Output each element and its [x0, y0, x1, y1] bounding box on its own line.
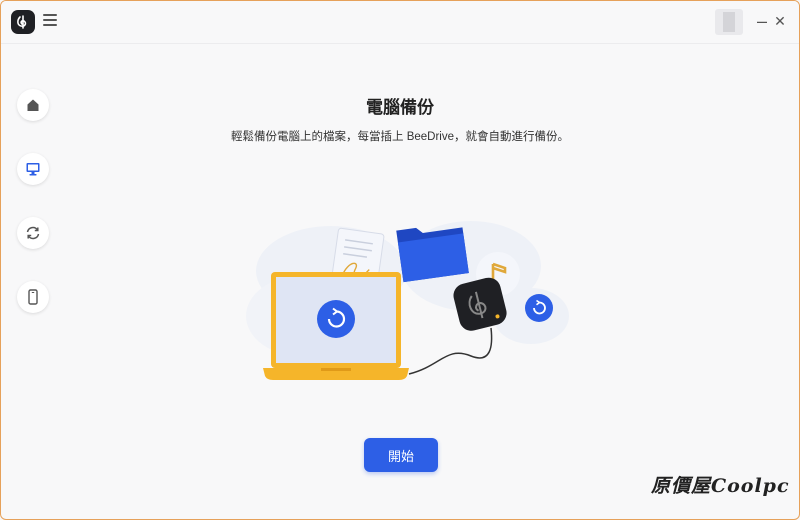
sidebar-item-computer-backup[interactable]	[17, 153, 49, 185]
user-avatar[interactable]	[715, 9, 743, 35]
sync-icon	[26, 226, 40, 240]
sidebar-item-phone-backup[interactable]	[17, 281, 49, 313]
phone-icon	[28, 289, 38, 305]
sync-badge-icon	[525, 294, 553, 322]
app-window: – ✕ 電腦備份 輕鬆備份電腦上的檔案，每當插上 BeeDrive，就會自動進行	[0, 0, 800, 520]
computer-icon	[26, 163, 40, 176]
page-title: 電腦備份	[366, 98, 434, 117]
laptop-icon	[263, 272, 409, 380]
beedrive-logo-icon	[11, 10, 35, 34]
start-button[interactable]: 開始	[364, 438, 438, 472]
page-description: 輕鬆備份電腦上的檔案，每當插上 BeeDrive，就會自動進行備份。	[231, 131, 569, 143]
backup-illustration	[241, 196, 571, 396]
minimize-button[interactable]: –	[753, 12, 771, 30]
hamburger-menu-icon[interactable]	[43, 14, 57, 28]
close-button[interactable]: ✕	[771, 12, 789, 30]
watermark-logo: 原價屋Coolpc	[651, 475, 790, 497]
sidebar-item-sync[interactable]	[17, 217, 49, 249]
title-bar: – ✕	[1, 1, 799, 44]
